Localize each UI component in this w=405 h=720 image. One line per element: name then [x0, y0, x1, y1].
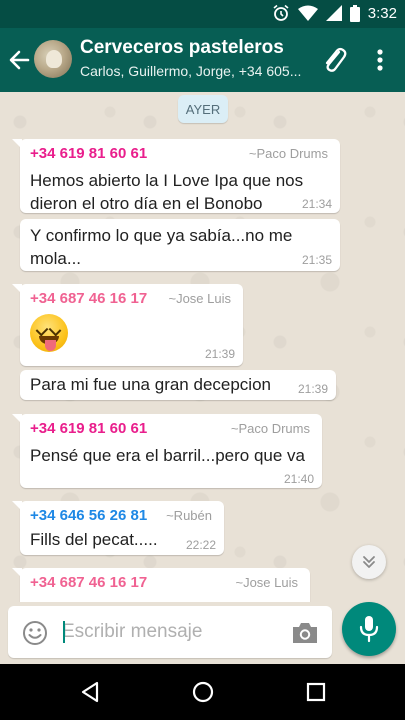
message-text: Para mi fue una gran decepcion — [30, 375, 271, 394]
chat-header: Cerveceros pasteleros Carlos, Guillermo,… — [0, 28, 405, 92]
double-chevron-down-icon — [363, 556, 375, 568]
nav-recents-icon[interactable] — [304, 680, 328, 704]
message-time: 21:40 — [283, 472, 314, 486]
system-navigation-bar — [0, 664, 405, 720]
scroll-to-bottom-button[interactable] — [352, 545, 386, 579]
nav-back-icon[interactable] — [78, 680, 102, 704]
paperclip-icon[interactable] — [320, 44, 348, 74]
message-text: Fills del pecat..... — [30, 530, 158, 549]
sender-number[interactable]: +34 619 81 60 61 — [30, 420, 147, 437]
group-avatar[interactable] — [34, 40, 72, 78]
text-caret — [63, 621, 65, 643]
message-text: Pensé que era el barril...pero que va — [30, 446, 306, 465]
battery-icon — [349, 4, 360, 22]
message-bubble[interactable]: +34 687 46 16 17 ~Jose Luis — [12, 568, 310, 602]
message-bubble[interactable]: Para mi fue una gran decepcion 21:39 — [20, 370, 336, 400]
composer-box — [8, 606, 332, 658]
sender-alias: ~Paco Drums — [248, 146, 328, 161]
wifi-icon — [297, 5, 318, 21]
message-bubble[interactable]: +34 619 81 60 61 ~Paco Drums Hemos abier… — [12, 139, 340, 213]
alarm-icon — [273, 4, 289, 21]
status-time: 3:32 — [367, 4, 397, 22]
message-text: mola... — [30, 249, 82, 268]
sender-alias: ~Jose Luis — [235, 575, 298, 590]
winking-tongue-emoji-icon — [30, 314, 68, 352]
sender-number[interactable]: +34 646 56 26 81 — [30, 507, 147, 524]
signal-icon — [325, 5, 342, 21]
message-bubble[interactable]: +34 687 46 16 17 ~Jose Luis 21:39 — [12, 284, 243, 366]
message-bubble[interactable]: Y confirmo lo que ya sabía...no me mola.… — [20, 219, 340, 271]
camera-icon[interactable] — [290, 620, 320, 646]
chat-title: Cerveceros pasteleros — [80, 37, 284, 58]
message-time: 21:39 — [297, 382, 328, 396]
sender-number[interactable]: +34 619 81 60 61 — [30, 145, 147, 162]
message-time: 21:34 — [301, 197, 332, 211]
chat-title-area[interactable]: Cerveceros pasteleros Carlos, Guillermo,… — [80, 37, 310, 79]
back-arrow-icon[interactable] — [6, 46, 32, 74]
date-divider: AYER — [178, 95, 228, 123]
chat-participants: Carlos, Guillermo, Jorge, +34 605... — [80, 63, 302, 79]
message-time: 21:39 — [204, 347, 235, 361]
sender-number[interactable]: +34 687 46 16 17 — [30, 574, 147, 591]
message-bubble[interactable]: +34 646 56 26 81 ~Rubén Fills del pecat.… — [12, 501, 224, 555]
message-text: dieron el otro día en el Bonobo — [30, 194, 263, 213]
voice-message-button[interactable] — [342, 602, 396, 656]
message-time: 21:35 — [301, 253, 332, 267]
message-input[interactable] — [62, 616, 282, 648]
message-bubble[interactable]: +34 619 81 60 61 ~Paco Drums Pensé que e… — [12, 414, 322, 488]
sender-alias: ~Paco Drums — [230, 421, 310, 436]
message-list[interactable]: AYER +34 619 81 60 61 ~Paco Drums Hemos … — [0, 92, 405, 602]
message-time: 22:22 — [185, 538, 216, 552]
sender-alias: ~Jose Luis — [168, 291, 231, 306]
sender-number[interactable]: +34 687 46 16 17 — [30, 290, 147, 307]
message-text: Hemos abierto la I Love Ipa que nos — [30, 171, 304, 190]
sender-alias: ~Rubén — [166, 508, 212, 523]
smiley-icon[interactable] — [22, 620, 48, 646]
more-options-icon[interactable] — [366, 46, 394, 74]
message-text: Y confirmo lo que ya sabía...no me — [30, 226, 293, 245]
microphone-icon — [359, 616, 379, 643]
status-bar: 3:32 — [0, 0, 405, 28]
nav-home-icon[interactable] — [191, 680, 215, 704]
